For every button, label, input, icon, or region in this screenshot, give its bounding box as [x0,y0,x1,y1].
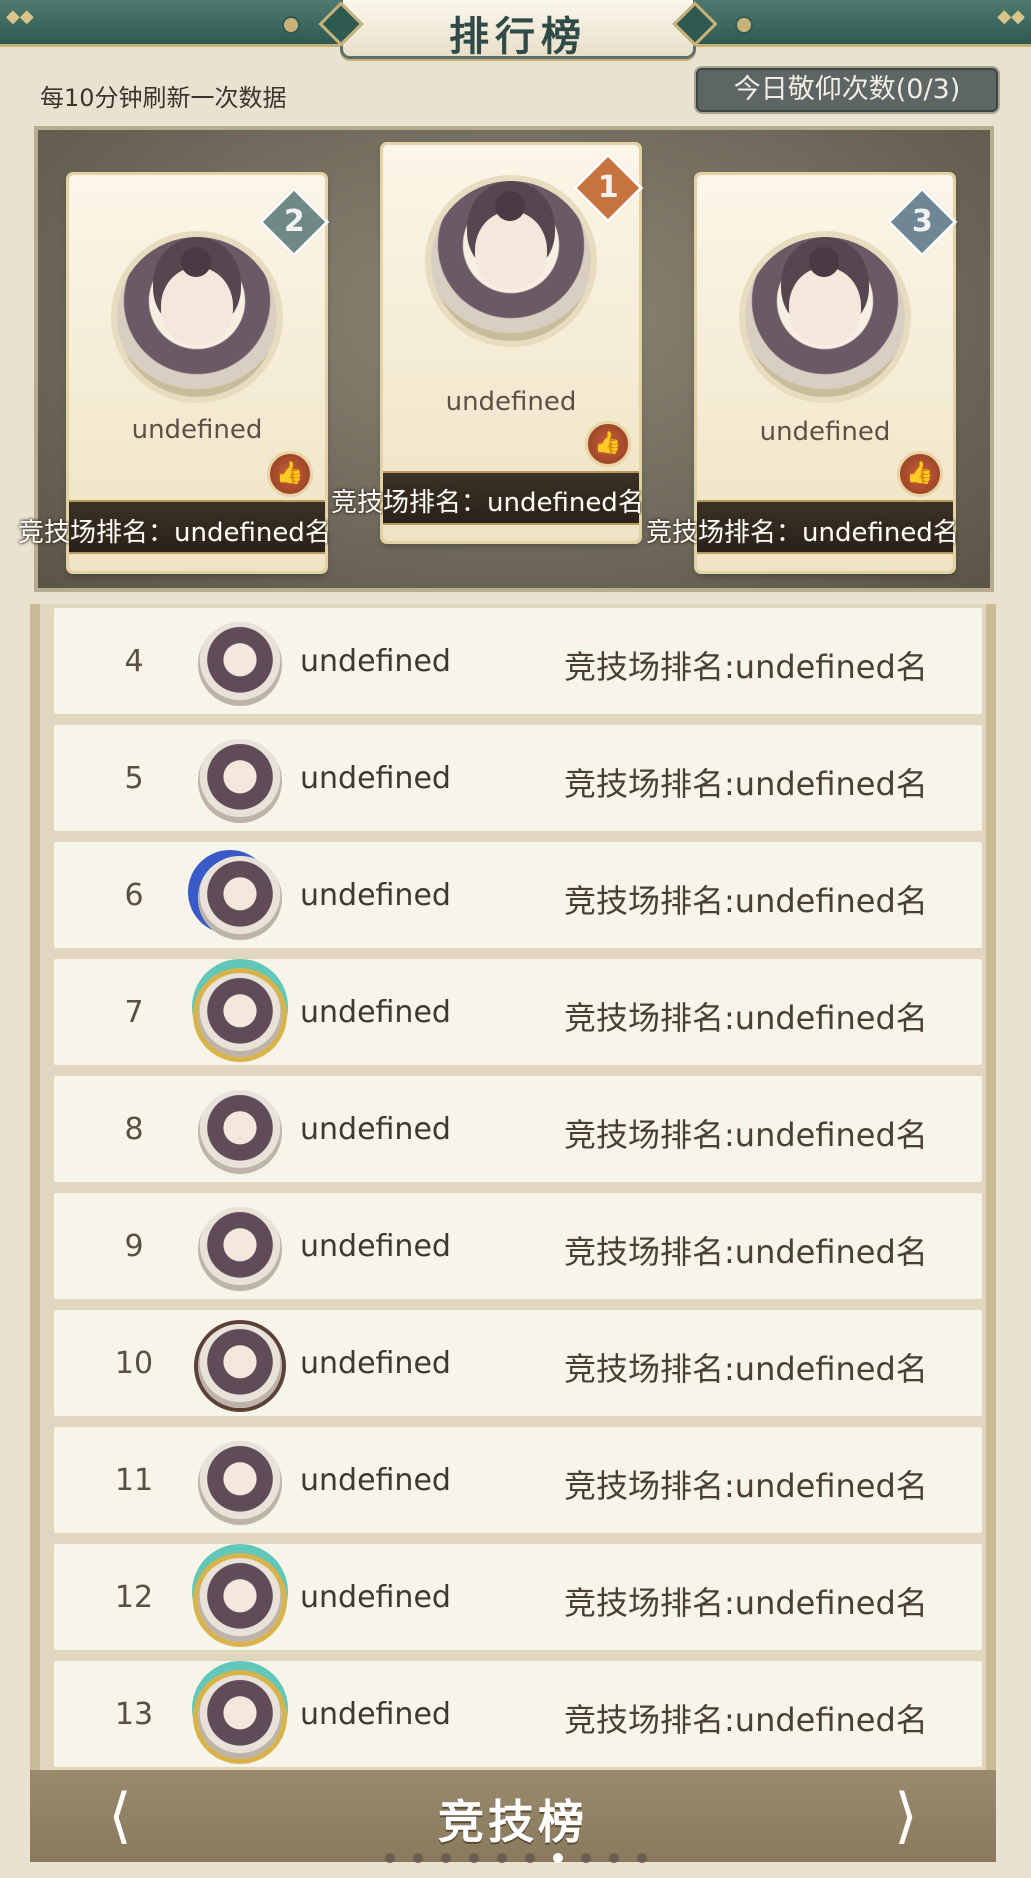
arena-rank-text: 竞技场排名:undefined名 [564,648,928,686]
avatar [198,1441,282,1525]
arena-rank-label: 竞技场排名：undefined名 [331,488,644,518]
rank-badge: 2 [258,186,330,258]
table-row[interactable]: 6 undefined 竞技场排名:undefined名 [52,840,984,950]
player-name: undefined [300,995,451,1030]
table-row[interactable]: 10 undefined 竞技场排名:undefined名 [52,1308,984,1418]
page-title: 排行榜 [449,14,587,60]
page-dot[interactable] [580,1853,591,1863]
player-name: undefined [300,1580,451,1615]
thumbs-up-icon[interactable]: 👍 [897,451,943,497]
arrow-right-icon[interactable]: ⟩ [876,1784,936,1848]
thumbs-up-icon[interactable]: 👍 [585,421,631,467]
player-name: undefined [131,415,263,445]
rank-number: 8 [124,1112,144,1147]
avatar [198,1090,282,1174]
rank-number: 11 [114,1463,154,1498]
rank-badge: 1 [572,152,644,224]
player-name: undefined [300,761,451,796]
ranking-list[interactable]: 4 undefined 竞技场排名:undefined名 5 undefined… [30,604,996,1770]
rank-badge: 3 [886,186,958,258]
rank-number: 12 [114,1580,154,1615]
refresh-hint: 每10分钟刷新一次数据 [40,84,287,112]
avatar [198,1558,282,1642]
page-dot[interactable] [496,1853,507,1863]
board-title: 竞技榜 [438,1795,588,1849]
rank-number: 10 [114,1346,154,1381]
player-name: undefined [300,1463,451,1498]
page-dot[interactable] [412,1853,423,1863]
table-row[interactable]: 12 undefined 竞技场排名:undefined名 [52,1542,984,1652]
table-row[interactable]: 7 undefined 竞技场排名:undefined名 [52,957,984,1067]
player-name: undefined [759,417,891,447]
worship-count-button[interactable]: 今日敬仰次数(0/3) [694,66,1000,114]
table-row[interactable]: 11 undefined 竞技场排名:undefined名 [52,1425,984,1535]
player-name: undefined [300,1229,451,1264]
avatar [431,181,591,341]
arena-rank-text: 竞技场排名:undefined名 [564,765,928,803]
avatar [117,237,277,397]
table-row[interactable]: 13 undefined 竞技场排名:undefined名 [52,1659,984,1769]
avatar [198,1324,282,1408]
avatar [745,237,905,397]
player-name: undefined [300,1346,451,1381]
page-dot[interactable] [608,1853,619,1863]
rank-number: 9 [124,1229,144,1264]
page-dot[interactable] [384,1853,395,1863]
player-name: undefined [300,1112,451,1147]
page-dot[interactable] [524,1853,535,1863]
player-name: undefined [300,644,451,679]
rank-number: 6 [124,878,144,913]
page-indicator [0,1848,1031,1867]
player-name: undefined [445,387,577,417]
rank-number: 4 [124,644,144,679]
page-dot[interactable] [468,1853,479,1863]
player-name: undefined [300,1697,451,1732]
arena-rank-label: 竞技场排名：undefined名 [646,518,959,548]
avatar [198,622,282,706]
rank-number: 7 [124,995,144,1030]
arena-rank-text: 竞技场排名:undefined名 [564,1584,928,1622]
arena-rank-text: 竞技场排名:undefined名 [564,882,928,920]
title-plate: 排行榜 [340,0,696,60]
table-row[interactable]: 9 undefined 竞技场排名:undefined名 [52,1191,984,1301]
arena-rank-label: 竞技场排名：undefined名 [18,518,331,548]
avatar [198,856,282,940]
avatar [198,739,282,823]
rank-number: 5 [124,761,144,796]
ornament-icon: ◆◆ [997,6,1025,27]
table-row[interactable]: 5 undefined 竞技场排名:undefined名 [52,723,984,833]
arena-rank-text: 竞技场排名:undefined名 [564,999,928,1037]
avatar [198,1207,282,1291]
arena-rank-text: 竞技场排名:undefined名 [564,1116,928,1154]
arena-rank-text: 竞技场排名:undefined名 [564,1701,928,1739]
ornament-icon [735,16,753,34]
arena-rank-text: 竞技场排名:undefined名 [564,1467,928,1505]
avatar [198,973,282,1057]
page-dot[interactable] [552,1853,563,1863]
page-dot[interactable] [636,1853,647,1863]
thumbs-up-icon[interactable]: 👍 [267,451,313,497]
arena-rank-text: 竞技场排名:undefined名 [564,1350,928,1388]
arena-rank-text: 竞技场排名:undefined名 [564,1233,928,1271]
avatar [198,1675,282,1759]
table-row[interactable]: 8 undefined 竞技场排名:undefined名 [52,1074,984,1184]
table-row[interactable]: 4 undefined 竞技场排名:undefined名 [52,606,984,716]
player-name: undefined [300,878,451,913]
rank-number: 13 [114,1697,154,1732]
ornament-icon: ◆◆ [6,6,34,27]
ornament-icon [282,16,300,34]
page-dot[interactable] [440,1853,451,1863]
